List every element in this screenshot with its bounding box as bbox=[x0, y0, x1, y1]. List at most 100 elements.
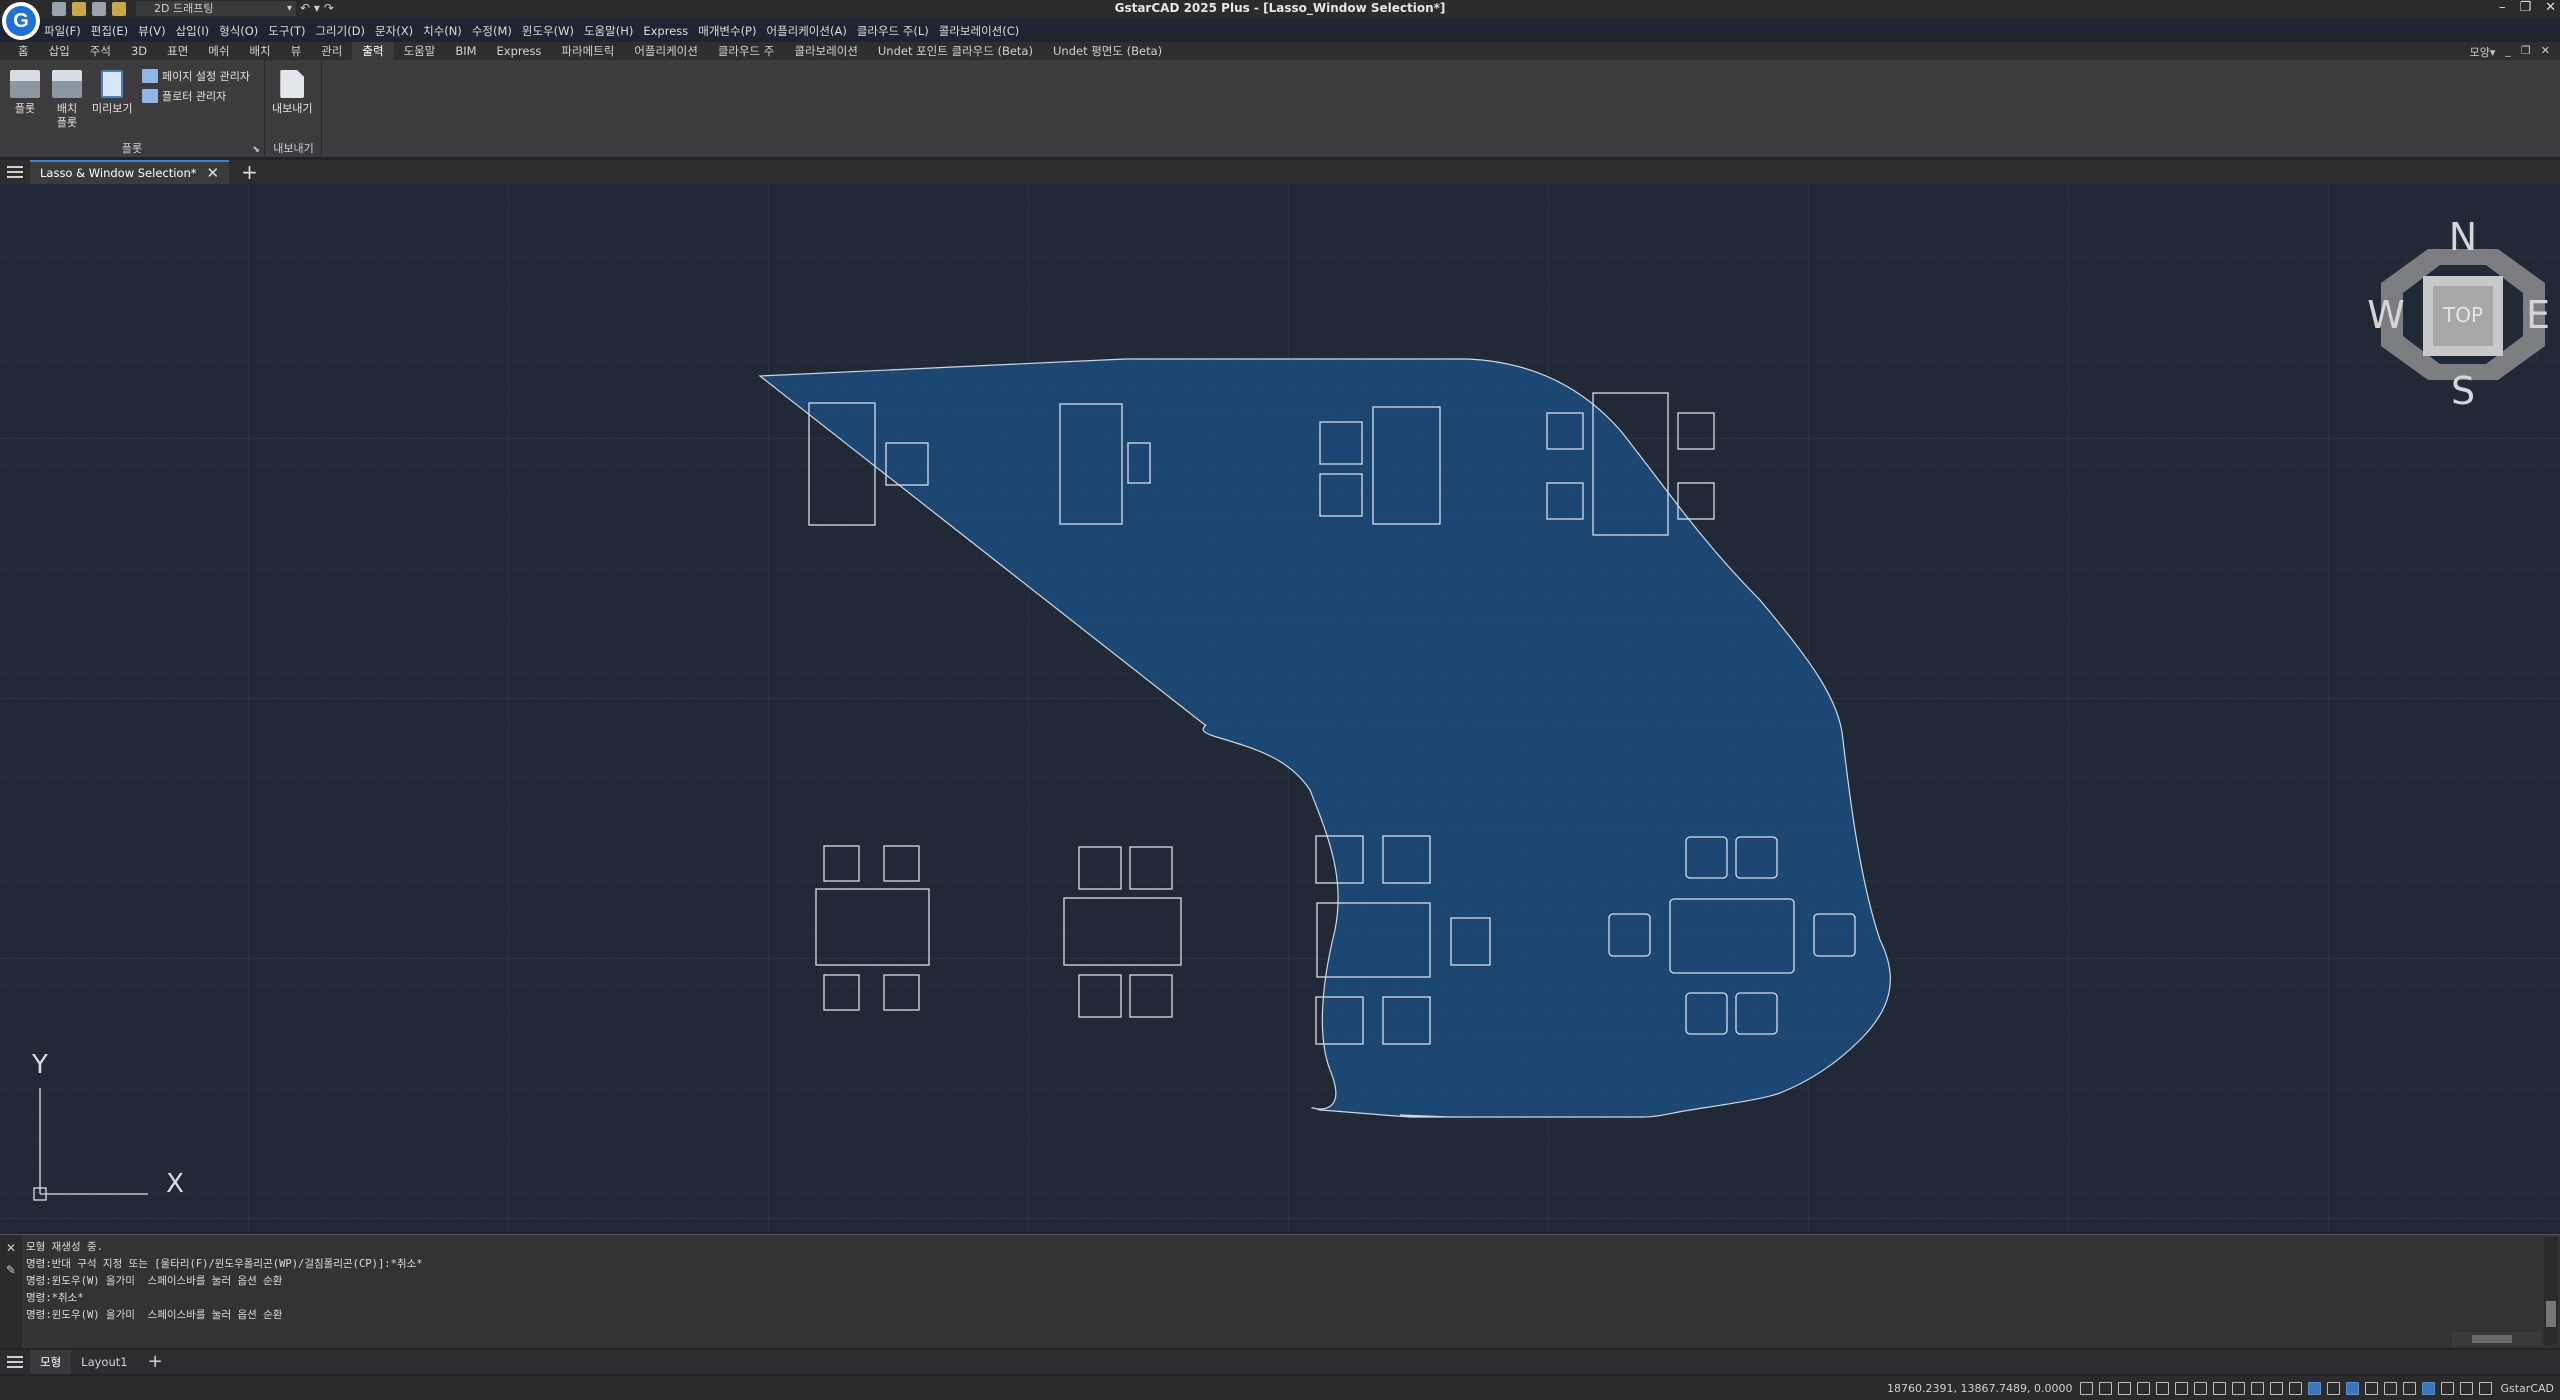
command-scrollbar-thumb[interactable] bbox=[2546, 1301, 2556, 1327]
isolate-icon[interactable] bbox=[2365, 1381, 2379, 1395]
snap-icon[interactable] bbox=[2099, 1381, 2113, 1395]
command-customize-icon[interactable]: ✎ bbox=[6, 1263, 16, 1277]
fullscreen-icon[interactable] bbox=[2479, 1381, 2493, 1395]
close-tab-icon[interactable]: ✕ bbox=[207, 164, 220, 182]
doc-minimize-button[interactable]: _ bbox=[2505, 44, 2511, 60]
ortho-icon[interactable] bbox=[2118, 1381, 2132, 1395]
ducs-icon[interactable] bbox=[2194, 1381, 2208, 1395]
close-button[interactable]: ✕ bbox=[2545, 0, 2556, 15]
app-logo[interactable]: G bbox=[2, 2, 40, 40]
menu-tools[interactable]: 도구(T) bbox=[268, 23, 305, 39]
layout-menu-icon[interactable] bbox=[0, 1350, 30, 1374]
tab-cloud[interactable]: 클라우드 주 bbox=[708, 42, 785, 60]
tab-manage[interactable]: 관리 bbox=[311, 42, 352, 60]
menu-edit[interactable]: 편집(E) bbox=[91, 23, 128, 39]
tab-mesh[interactable]: 메쉬 bbox=[198, 42, 239, 60]
menu-view[interactable]: 뷰(V) bbox=[138, 23, 165, 39]
tab-collaboration[interactable]: 콜라보레이션 bbox=[784, 42, 867, 60]
command-hscrollbar-thumb[interactable] bbox=[2472, 1335, 2512, 1343]
tab-express[interactable]: Express bbox=[487, 42, 552, 60]
export-button[interactable]: 내보내기 bbox=[272, 70, 312, 116]
command-close-icon[interactable]: ✕ bbox=[6, 1241, 16, 1255]
ribbon-mode-dropdown[interactable]: 모양▾ bbox=[2470, 44, 2496, 60]
workspace-icon[interactable] bbox=[2308, 1381, 2322, 1395]
otrack-icon[interactable] bbox=[2175, 1381, 2189, 1395]
batch-plot-button[interactable]: 배치 플롯 bbox=[52, 70, 82, 130]
menu-text[interactable]: 문자(X) bbox=[375, 23, 413, 39]
doc-close-button[interactable]: ✕ bbox=[2541, 44, 2550, 60]
menu-parameters[interactable]: 매개변수(P) bbox=[698, 23, 756, 39]
menu-window[interactable]: 윈도우(W) bbox=[522, 23, 574, 39]
osnap-icon[interactable] bbox=[2156, 1381, 2170, 1395]
tab-view[interactable]: 뷰 bbox=[281, 42, 312, 60]
menu-icon[interactable] bbox=[0, 160, 30, 184]
layout-viewport-icon[interactable] bbox=[2346, 1381, 2360, 1395]
annotation-scale-icon[interactable] bbox=[2289, 1381, 2303, 1395]
panel-launcher-icon[interactable]: ⬊ bbox=[252, 145, 260, 155]
compass-s[interactable]: S bbox=[2451, 369, 2475, 413]
tab-help[interactable]: 도움말 bbox=[394, 42, 446, 60]
zoom-icon[interactable] bbox=[2327, 1381, 2341, 1395]
compass-e[interactable]: E bbox=[2526, 293, 2550, 337]
tab-undet-pointcloud[interactable]: Undet 포인트 클라우드 (Beta) bbox=[868, 42, 1043, 60]
new-tab-button[interactable]: + bbox=[241, 160, 258, 184]
selection-cycling-icon[interactable] bbox=[2270, 1381, 2284, 1395]
restore-button[interactable]: ❐ bbox=[2519, 0, 2531, 15]
compass-n[interactable]: N bbox=[2449, 215, 2477, 259]
plot-button[interactable]: 플롯 bbox=[10, 70, 40, 116]
lock-icon[interactable] bbox=[2422, 1381, 2436, 1395]
tab-bim[interactable]: BIM bbox=[445, 42, 486, 60]
add-layout-button[interactable]: + bbox=[138, 1350, 173, 1374]
menu-cloud[interactable]: 클라우드 주(L) bbox=[857, 23, 929, 39]
menu-file[interactable]: 파일(F) bbox=[44, 23, 81, 39]
preview-button[interactable]: 미리보기 bbox=[92, 70, 132, 116]
viewcube-face-label[interactable]: TOP bbox=[2442, 303, 2483, 327]
menu-format[interactable]: 형식(O) bbox=[219, 23, 258, 39]
plotter-manager-button[interactable]: 플로터 관리자 bbox=[142, 88, 226, 104]
grid-icon[interactable] bbox=[2080, 1381, 2094, 1395]
transparency-icon[interactable] bbox=[2251, 1381, 2265, 1395]
tab-parametric[interactable]: 파라메트릭 bbox=[551, 42, 624, 60]
tab-applications[interactable]: 어플리케이션 bbox=[624, 42, 707, 60]
tab-surface[interactable]: 표면 bbox=[157, 42, 198, 60]
ribbon-right-controls: 모양▾ _ ❐ ✕ bbox=[2470, 44, 2550, 60]
tab-home[interactable]: 홈 bbox=[8, 42, 39, 60]
clean-screen-icon[interactable] bbox=[2384, 1381, 2398, 1395]
dyn-icon[interactable] bbox=[2213, 1381, 2227, 1395]
units-icon[interactable] bbox=[2460, 1381, 2474, 1395]
command-scrollbar[interactable] bbox=[2544, 1237, 2558, 1345]
menu-express[interactable]: Express bbox=[643, 24, 688, 38]
document-tab[interactable]: Lasso & Window Selection* ✕ bbox=[30, 160, 230, 184]
command-hscrollbar[interactable] bbox=[2452, 1332, 2542, 1346]
tab-annotate[interactable]: 주석 bbox=[80, 42, 121, 60]
tab-output[interactable]: 출력 bbox=[352, 42, 394, 60]
window-title: GstarCAD 2025 Plus - [Lasso_Window Selec… bbox=[1114, 1, 1446, 15]
menu-draw[interactable]: 그리기(D) bbox=[315, 23, 365, 39]
plotter-manager-icon bbox=[142, 89, 158, 103]
page-setup-button[interactable]: 페이지 설정 관리자 bbox=[142, 68, 250, 84]
menu-dimension[interactable]: 치수(N) bbox=[423, 23, 462, 39]
minimize-button[interactable]: – bbox=[2499, 0, 2506, 15]
menu-help[interactable]: 도움말(H) bbox=[584, 23, 633, 39]
menu-applications[interactable]: 어플리케이션(A) bbox=[766, 23, 846, 39]
drawing-canvas[interactable]: Y X TOP N S E W bbox=[0, 184, 2560, 1232]
compass-w[interactable]: W bbox=[2367, 293, 2405, 337]
menu-collaboration[interactable]: 콜라보레이션(C) bbox=[939, 23, 1019, 39]
tab-insert[interactable]: 삽입 bbox=[39, 42, 80, 60]
tab-layout1[interactable]: Layout1 bbox=[71, 1350, 137, 1374]
tab-3d[interactable]: 3D bbox=[121, 42, 157, 60]
lineweight-icon[interactable] bbox=[2232, 1381, 2246, 1395]
command-history-line: 모형 재생성 중. bbox=[26, 1241, 103, 1253]
polar-icon[interactable] bbox=[2137, 1381, 2151, 1395]
layout-tabs: 모형 Layout1 + bbox=[0, 1350, 2560, 1374]
doc-restore-button[interactable]: ❐ bbox=[2521, 44, 2531, 60]
tab-model[interactable]: 모형 bbox=[30, 1350, 72, 1374]
drawing-svg: Y X TOP N S E W bbox=[31, 215, 2550, 1201]
hardware-icon[interactable] bbox=[2441, 1381, 2455, 1395]
tab-undet-floorplan[interactable]: Undet 평면도 (Beta) bbox=[1043, 42, 1172, 60]
menu-modify[interactable]: 수정(M) bbox=[472, 23, 512, 39]
document-tab-title: Lasso & Window Selection* bbox=[40, 166, 197, 180]
menu-insert[interactable]: 삽입(I) bbox=[176, 23, 210, 39]
tab-layout[interactable]: 배치 bbox=[239, 42, 280, 60]
settings-icon[interactable] bbox=[2403, 1381, 2417, 1395]
